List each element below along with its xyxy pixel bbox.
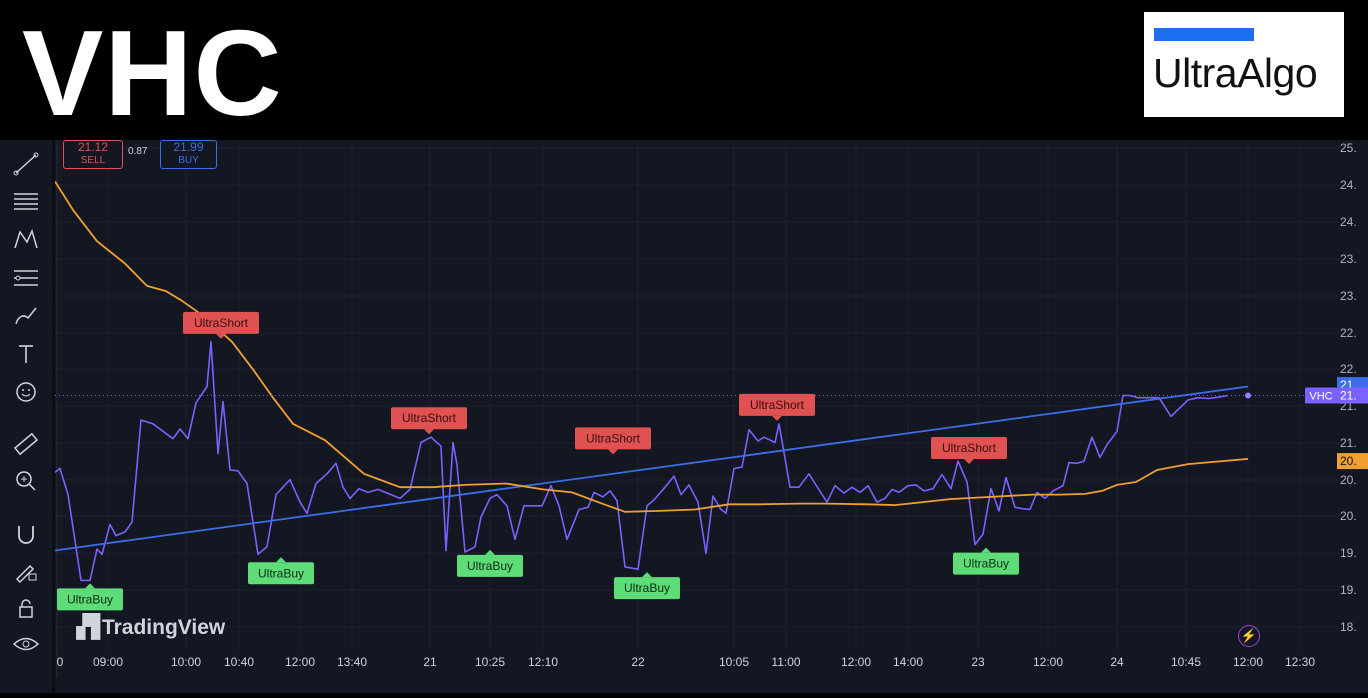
sell-label: SELL [80, 155, 106, 166]
y-tick-label: 19. [1340, 583, 1357, 597]
ruler-icon[interactable] [10, 430, 42, 458]
signal-buy-label[interactable]: UltraBuy [624, 581, 670, 595]
signal-short-pointer [424, 429, 434, 435]
buy-button[interactable]: 21.99 BUY [160, 140, 217, 169]
brush-icon[interactable] [10, 302, 42, 330]
x-tick-label: 14:00 [893, 655, 923, 669]
x-tick-label: 12:00 [1033, 655, 1063, 669]
signal-buy-label[interactable]: UltraBuy [67, 592, 113, 606]
y-tick-label: 24. [1340, 215, 1357, 229]
x-tick-label: 10:45 [1171, 655, 1201, 669]
logo-text: UltraAlgo [1153, 50, 1318, 96]
y-tick-label: 25. [1340, 141, 1357, 155]
signal-short-label[interactable]: UltraShort [750, 398, 805, 412]
y-tick-label: 18. [1340, 620, 1357, 634]
signal-short-pointer [608, 449, 618, 455]
horizontal-lines-icon[interactable] [10, 188, 42, 216]
fib-retracement-icon[interactable] [10, 264, 42, 292]
signal-short-pointer [772, 415, 782, 421]
x-tick-label: 11:00 [771, 655, 800, 669]
x-tick-label: 0 [57, 655, 64, 669]
ultraalgo-logo: UltraAlgo [1144, 12, 1344, 117]
x-tick-label: 13:40 [337, 655, 367, 669]
signal-short-label[interactable]: UltraShort [402, 411, 457, 425]
zoom-in-icon[interactable] [10, 467, 42, 495]
series-line-slow[interactable] [54, 385, 1249, 552]
trend-line-icon[interactable] [10, 150, 42, 178]
price-tag-text: 21. [1340, 388, 1357, 402]
signal-short-label[interactable]: UltraShort [586, 431, 641, 445]
y-tick-label: 22. [1340, 362, 1357, 376]
x-tick-label: 24 [1110, 655, 1124, 669]
ticker-title: VHC [22, 5, 283, 141]
signal-buy-pointer [85, 583, 95, 589]
signal-buy-label[interactable]: UltraBuy [963, 557, 1009, 571]
x-tick-label: 10:40 [224, 655, 254, 669]
lightning-icon[interactable]: ⚡ [1238, 625, 1260, 647]
signal-buy-pointer [485, 549, 495, 555]
pattern-icon[interactable] [10, 226, 42, 254]
text-icon[interactable] [10, 340, 42, 368]
x-tick-label: 10:05 [719, 655, 749, 669]
price-tag-text: 20. [1340, 454, 1357, 468]
eye-icon[interactable] [10, 630, 42, 658]
emoji-icon[interactable] [10, 378, 42, 406]
y-tick-label: 20. [1340, 509, 1357, 523]
banner: VHC UltraAlgo [0, 0, 1368, 140]
signal-buy-pointer [642, 572, 652, 578]
signal-buy-label[interactable]: UltraBuy [258, 566, 304, 580]
tradingview-logo-icon: ▗▜ [68, 614, 102, 639]
sell-button[interactable]: 21.12 SELL [63, 140, 123, 169]
y-tick-label: 19. [1340, 546, 1357, 560]
signal-short-label[interactable]: UltraShort [942, 441, 997, 455]
tradingview-watermark: ▗▜ TradingView [68, 614, 225, 640]
chart-area[interactable]: UltraBuy UltraShort UltraBuy UltraShort Ultr… [54, 140, 1368, 693]
x-tick-label: 12:00 [1233, 655, 1263, 669]
drawing-toolbar [0, 140, 52, 693]
watermark-text: TradingView [101, 616, 226, 639]
spread-value: 0.87 [128, 146, 148, 157]
x-tick-label: 12:10 [528, 655, 558, 669]
magnet-icon[interactable] [10, 520, 42, 548]
x-tick-label: 23 [971, 655, 985, 669]
y-tick-label: 22. [1340, 326, 1357, 340]
bottom-toolbar [55, 678, 1368, 693]
last-price-dot [1245, 392, 1251, 399]
x-tick-label: 09:00 [93, 655, 123, 669]
signal-short-label[interactable]: UltraShort [194, 316, 249, 330]
x-tick-label: 12:00 [841, 655, 871, 669]
buy-price: 21.99 [173, 140, 204, 154]
y-tick-label: 23. [1340, 289, 1357, 303]
signal-short-pointer [216, 333, 226, 339]
lock-icon[interactable] [10, 595, 42, 623]
x-tick-label: 10:25 [475, 655, 505, 669]
signal-short-pointer [964, 459, 974, 465]
y-tick-label: 21. [1340, 436, 1357, 450]
logo-accent-bar [1154, 28, 1254, 41]
symbol-tag-text: VHC [1309, 390, 1332, 402]
signal-buy-pointer [276, 557, 286, 563]
x-tick-label: 22 [631, 655, 645, 669]
y-tick-label: 23. [1340, 252, 1357, 266]
price-chart[interactable]: UltraBuy UltraShort UltraBuy UltraShort Ultr… [54, 140, 1368, 693]
y-tick-label: 24. [1340, 178, 1357, 192]
y-tick-label: 20. [1340, 473, 1357, 487]
buy-label: BUY [178, 155, 199, 166]
x-tick-label: 12:00 [285, 655, 315, 669]
lock-drawing-icon[interactable] [10, 557, 42, 585]
signal-buy-pointer [981, 547, 991, 553]
sell-price: 21.12 [77, 140, 109, 154]
series-line-price[interactable] [54, 341, 1229, 582]
x-tick-label: 21 [423, 655, 437, 669]
x-tick-label: 10:00 [171, 655, 201, 669]
x-tick-label: 12:30 [1285, 655, 1315, 669]
signal-buy-label[interactable]: UltraBuy [467, 559, 513, 573]
